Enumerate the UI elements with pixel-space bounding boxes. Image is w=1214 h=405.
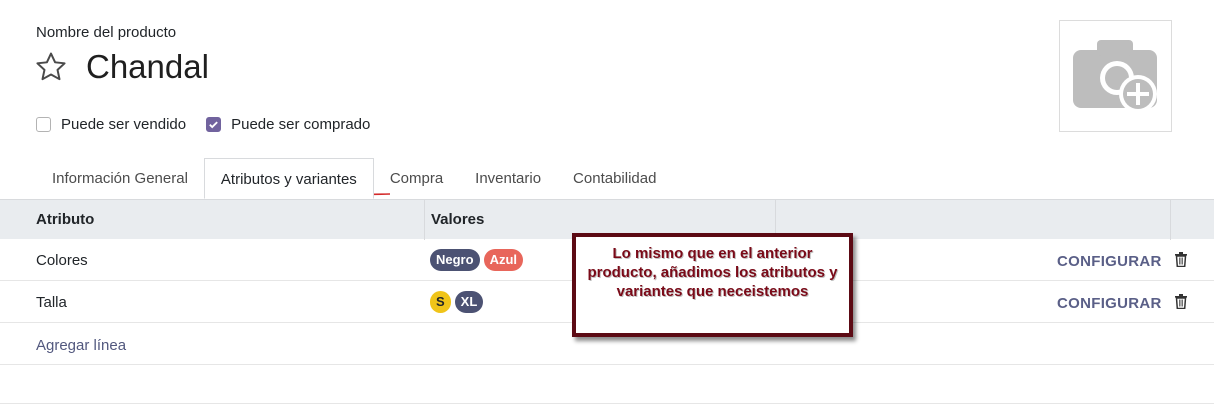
tab-attributes-variants[interactable]: Atributos y variantes: [203, 158, 374, 199]
column-divider: [1170, 200, 1171, 240]
configure-button[interactable]: CONFIGURAR: [1057, 295, 1162, 312]
value-tag: S: [430, 291, 451, 313]
header-attribute[interactable]: Atributo: [36, 211, 94, 228]
value-tag: Negro: [430, 249, 480, 271]
value-tags: Negro Azul: [430, 249, 527, 271]
column-divider: [424, 200, 425, 240]
annotation-callout: Lo mismo que en el anterior producto, añ…: [572, 233, 853, 337]
star-icon[interactable]: [34, 50, 68, 84]
configure-button[interactable]: CONFIGURAR: [1057, 253, 1162, 270]
can-be-purchased-label: Puede ser comprado: [231, 116, 371, 133]
product-image-upload[interactable]: [1059, 20, 1172, 132]
divider: [0, 403, 1214, 404]
tab-inventory[interactable]: Inventario: [459, 158, 557, 199]
value-tag: Azul: [483, 249, 524, 271]
header-values[interactable]: Valores: [431, 211, 484, 228]
value-tags: S XL: [430, 291, 487, 313]
can-be-sold-label: Puede ser vendido: [61, 116, 187, 133]
title-row: Chandal: [34, 48, 209, 86]
value-tag: XL: [454, 291, 484, 313]
unchecked-box-icon[interactable]: [36, 117, 51, 132]
attribute-name: Colores: [36, 252, 88, 269]
trash-icon[interactable]: [1174, 252, 1188, 271]
attribute-name: Talla: [36, 294, 67, 311]
checked-box-icon[interactable]: [206, 117, 222, 132]
can-be-purchased-checkbox[interactable]: Puede ser comprado: [206, 116, 370, 133]
sale-purchase-options: Puede ser vendido Puede ser comprado: [36, 116, 390, 133]
product-name[interactable]: Chandal: [86, 48, 209, 86]
divider: [0, 364, 1214, 365]
tab-general-info[interactable]: Información General: [36, 158, 204, 199]
tab-accounting[interactable]: Contabilidad: [557, 158, 672, 199]
camera-add-icon: [1072, 40, 1157, 113]
trash-icon[interactable]: [1174, 294, 1188, 313]
can-be-sold-checkbox[interactable]: Puede ser vendido: [36, 116, 186, 133]
add-line-link[interactable]: Agregar línea: [36, 337, 126, 354]
product-name-label: Nombre del producto: [36, 24, 177, 41]
tab-bar: Información General Atributos y variante…: [36, 158, 672, 199]
